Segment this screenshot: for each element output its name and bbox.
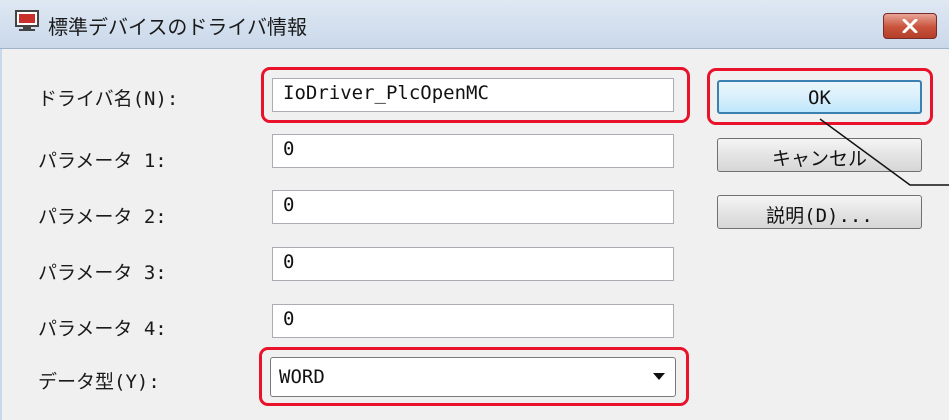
callout-leader-line [819,118,949,186]
driver-info-dialog: 標準デバイスのドライバ情報 ドライバ名(N): IoDriver_PlcOpen… [0,0,949,420]
